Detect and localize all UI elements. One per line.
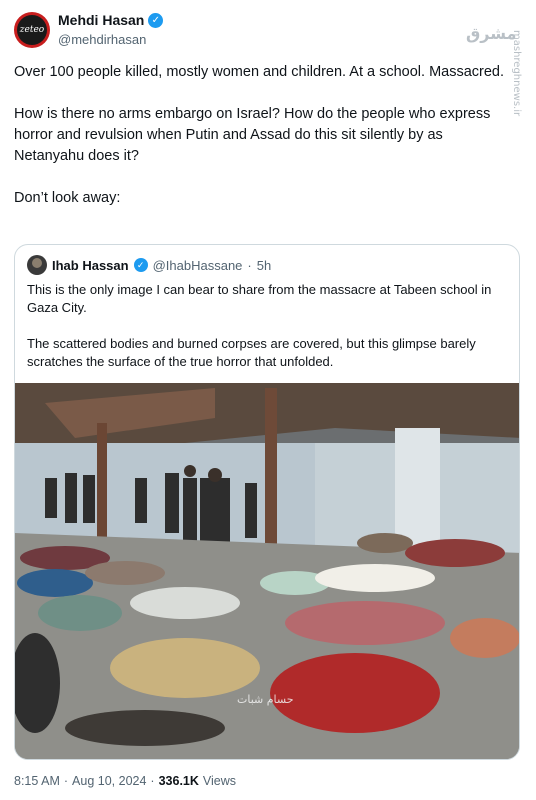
author-names: Mehdi Hasan ✓ @mehdirhasan (58, 12, 164, 47)
author-avatar[interactable]: zeteo (14, 12, 50, 48)
verified-badge-icon: ✓ (133, 258, 148, 272)
quoted-author-avatar[interactable] (27, 255, 47, 275)
verified-badge-icon: ✓ (148, 12, 164, 28)
tweet-header: zeteo Mehdi Hasan ✓ @mehdirhasan (14, 10, 522, 54)
tweet-meta: 8:15 AM · Aug 10, 2024 · 336.1K Views (14, 774, 236, 788)
tweet-paragraph: Over 100 people killed, mostly women and… (14, 64, 505, 80)
separator-dot: · (247, 257, 252, 273)
separator-dot: · (150, 774, 155, 788)
quoted-tweet[interactable]: Ihab Hassan ✓ @IhabHassane · 5h This is … (14, 244, 520, 760)
author-display-name-row[interactable]: Mehdi Hasan ✓ (58, 12, 164, 28)
watermark-logo: مشرق (466, 24, 517, 43)
quoted-tweet-header: Ihab Hassan ✓ @IhabHassane · 5h (27, 255, 271, 275)
quoted-tweet-time[interactable]: 5h (257, 258, 271, 273)
quoted-author-handle[interactable]: @IhabHassane (153, 258, 243, 273)
photo-credit-watermark: حسام شبات (237, 693, 294, 706)
tweet-time[interactable]: 8:15 AM (14, 774, 60, 788)
quoted-tweet-paragraph: The scattered bodies and burned corpses … (27, 336, 476, 369)
author-display-name[interactable]: Mehdi Hasan (58, 12, 144, 28)
views-count[interactable]: 336.1K (159, 774, 199, 788)
separator-dot: · (63, 774, 69, 788)
tweet-date[interactable]: Aug 10, 2024 (72, 774, 146, 788)
quoted-tweet-paragraph: This is the only image I can bear to sha… (27, 282, 492, 315)
author-handle[interactable]: @mehdirhasan (58, 32, 163, 47)
tweet-text: Over 100 people killed, mostly women and… (14, 62, 514, 230)
views-label: Views (202, 774, 237, 788)
tweet-paragraph: How is there no arms embargo on Israel? … (14, 106, 491, 164)
tweet-paragraph: Don’t look away: (14, 190, 121, 206)
quoted-tweet-photo[interactable]: حسام شبات (15, 383, 519, 759)
quoted-tweet-text: This is the only image I can bear to sha… (27, 281, 511, 389)
author-avatar-logo: zeteo (17, 15, 47, 45)
quoted-author-name[interactable]: Ihab Hassan (52, 258, 129, 273)
